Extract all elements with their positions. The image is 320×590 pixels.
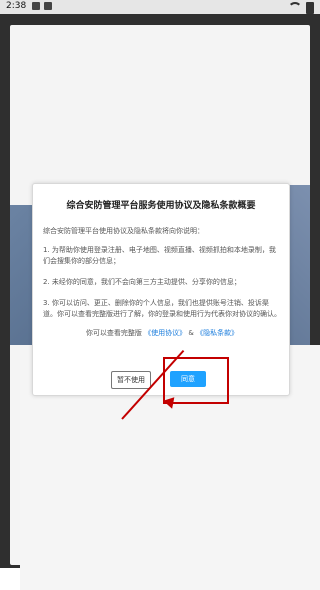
dialog-point-2: 2. 未经你的同意，我们不会向第三方主动提供、分享你的信息； (43, 278, 241, 286)
status-notification-icon (44, 2, 52, 10)
privacy-link[interactable]: 《隐私条款》 (196, 329, 238, 337)
links-prefix: 你可以查看完整版 (85, 329, 142, 337)
dialog-intro: 综合安防管理平台使用协议及隐私条款将向你说明： (43, 227, 204, 235)
agreement-links-row: 你可以查看完整版 《使用协议》 & 《隐私条款》 (43, 328, 281, 339)
status-icons-left (32, 2, 52, 10)
wifi-icon (288, 2, 302, 14)
dialog-point-1: 1. 为帮助你使用登录注册、电子地图、视频直播、视频抓拍和本地录制，我们会搜集你… (43, 246, 276, 265)
agreement-dialog: 综合安防管理平台服务使用协议及隐私条款概要 综合安防管理平台使用协议及隐私条款将… (32, 183, 290, 396)
dialog-body: 综合安防管理平台使用协议及隐私条款将向你说明： 1. 为帮助你使用登录注册、电子… (43, 226, 281, 339)
dialog-title: 综合安防管理平台服务使用协议及隐私条款概要 (66, 201, 256, 211)
status-icons-right (288, 2, 314, 14)
links-and: & (188, 329, 194, 337)
decline-button[interactable]: 暂不使用 (111, 371, 151, 389)
battery-icon (306, 2, 314, 14)
dialog-point-3: 3. 你可以访问、更正、删除你的个人信息，我们也提供账号注销、投诉渠道。你可以查… (43, 299, 281, 318)
terms-link[interactable]: 《使用协议》 (144, 329, 186, 337)
status-bar: 2:38 (0, 0, 320, 14)
status-app-icon (32, 2, 40, 10)
status-time: 2:38 (6, 1, 27, 11)
